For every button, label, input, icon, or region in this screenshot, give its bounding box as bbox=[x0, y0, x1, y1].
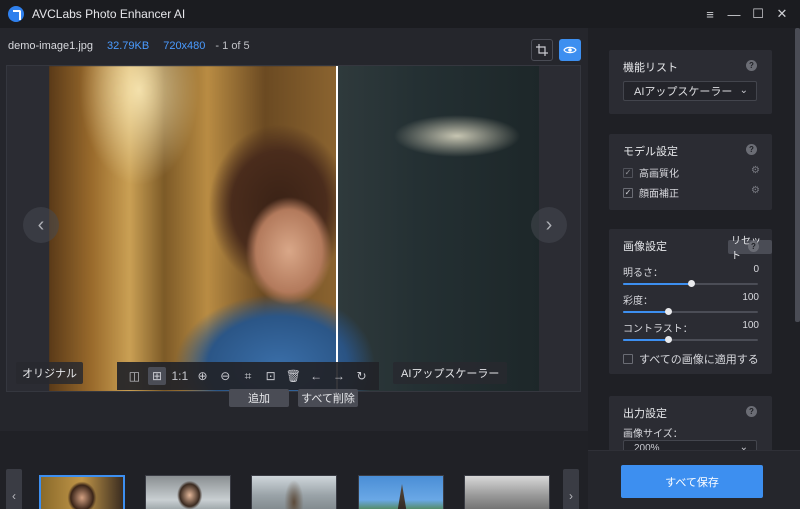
app-title: AVCLabs Photo Enhancer AI bbox=[32, 7, 186, 21]
next-image-button[interactable]: › bbox=[531, 207, 567, 243]
menu-icon[interactable]: ≡ bbox=[698, 7, 722, 22]
window-controls: ≡ — ☐ ✕ bbox=[698, 0, 794, 28]
slider-value: 100 bbox=[742, 320, 759, 331]
preview-toggle-button[interactable] bbox=[559, 39, 581, 61]
grid-view-icon[interactable]: ⊞ bbox=[148, 367, 167, 385]
output-settings-title: 出力設定 bbox=[623, 408, 667, 420]
model-option-high-quality[interactable]: ✓ 高画質化 bbox=[623, 165, 679, 180]
crop-button[interactable] bbox=[531, 39, 553, 61]
file-index: - 1 of 5 bbox=[215, 40, 250, 52]
slider-label: 明るさ： bbox=[623, 268, 663, 279]
slider-knob[interactable] bbox=[664, 336, 672, 343]
rotate-icon[interactable]: ↻ bbox=[353, 367, 371, 385]
model-option-label: 顔面補正 bbox=[639, 189, 679, 200]
model-settings-card: モデル設定 ? ✓ 高画質化 ⚙ ✓ 顔面補正 ⚙ bbox=[609, 134, 772, 210]
thumbnail-4[interactable] bbox=[358, 475, 444, 509]
eye-icon bbox=[563, 46, 577, 54]
slider-track[interactable] bbox=[623, 308, 758, 315]
chevron-down-icon: ⌄ bbox=[739, 85, 748, 96]
delete-all-button[interactable]: すべて削除 bbox=[298, 389, 358, 407]
thumbnail-strip: ‹ › bbox=[0, 431, 588, 509]
thumbnail-5[interactable] bbox=[464, 475, 550, 509]
contrast-slider[interactable]: コントラスト： 100 bbox=[623, 320, 759, 343]
crop-icon bbox=[536, 44, 548, 56]
save-all-button[interactable]: すべて保存 bbox=[621, 465, 763, 498]
split-view-icon[interactable]: ◫ bbox=[125, 367, 143, 385]
slider-fill bbox=[623, 283, 691, 285]
original-label: オリジナル bbox=[16, 362, 83, 384]
slider-track[interactable] bbox=[623, 336, 758, 343]
slider-value: 0 bbox=[753, 264, 759, 275]
saturation-slider[interactable]: 彩度： 100 bbox=[623, 292, 759, 315]
save-icon[interactable]: ⊡ bbox=[262, 367, 280, 385]
slider-fill bbox=[623, 339, 668, 341]
slider-fill bbox=[623, 311, 668, 313]
feature-list-title: 機能リスト bbox=[623, 62, 678, 74]
arrow-right-icon[interactable]: → bbox=[330, 367, 348, 385]
feature-select-value: AIアップスケーラー bbox=[634, 86, 733, 98]
file-info: demo-image1.jpg 32.79KB 720x480 - 1 of 5 bbox=[8, 40, 250, 52]
main-area: demo-image1.jpg 32.79KB 720x480 - 1 of 5… bbox=[0, 28, 588, 509]
feature-select[interactable]: AIアップスケーラー ⌄ bbox=[623, 81, 757, 101]
help-icon[interactable]: ? bbox=[746, 60, 757, 71]
previous-image-button[interactable]: ‹ bbox=[23, 207, 59, 243]
file-size: 32.79KB bbox=[107, 40, 150, 52]
save-area: すべて保存 bbox=[588, 450, 800, 509]
app-logo-icon bbox=[8, 6, 24, 22]
apply-all-label: すべての画像に適用する bbox=[639, 354, 759, 366]
zoom-out-icon[interactable]: ⊖ bbox=[216, 367, 234, 385]
thumbnail-3[interactable] bbox=[251, 475, 337, 509]
help-icon[interactable]: ? bbox=[746, 144, 757, 155]
model-option-label: 高画質化 bbox=[639, 169, 679, 180]
slider-value: 100 bbox=[742, 292, 759, 303]
slider-knob[interactable] bbox=[664, 308, 672, 315]
enhanced-image bbox=[337, 66, 539, 391]
minimize-icon[interactable]: — bbox=[722, 7, 746, 22]
settings-panel: 機能リスト ? AIアップスケーラー ⌄ モデル設定 ? ✓ 高画質化 ⚙ ✓ … bbox=[588, 28, 800, 509]
maximize-icon[interactable]: ☐ bbox=[746, 6, 770, 22]
gear-icon[interactable]: ⚙ bbox=[751, 185, 760, 196]
checkbox[interactable]: ✓ bbox=[623, 187, 633, 198]
add-button[interactable]: 追加 bbox=[229, 389, 289, 407]
viewer-toolbar: ◫ ⊞ 1:1 ⊕ ⊖ ⌗ ⊡ 🗑 ← → ↻ bbox=[117, 362, 379, 390]
apply-all-checkbox[interactable] bbox=[623, 354, 633, 364]
image-settings-card: 画像設定 リセット ? 明るさ： 0 彩度： 100 コントラスト： 100 す… bbox=[609, 229, 772, 374]
ai-upscaler-label: AIアップスケーラー bbox=[393, 362, 508, 384]
slider-label: コントラスト： bbox=[623, 324, 693, 335]
brightness-slider[interactable]: 明るさ： 0 bbox=[623, 264, 759, 287]
image-settings-title: 画像設定 bbox=[623, 241, 667, 253]
crop-tool-icon[interactable]: ⌗ bbox=[239, 367, 257, 385]
slider-label: 彩度： bbox=[623, 296, 653, 307]
file-dimensions: 720x480 bbox=[163, 40, 206, 52]
help-icon[interactable]: ? bbox=[746, 406, 757, 417]
close-icon[interactable]: ✕ bbox=[770, 6, 794, 22]
arrow-left-icon[interactable]: ← bbox=[307, 367, 325, 385]
thumbnail-1[interactable] bbox=[39, 475, 125, 509]
checkbox[interactable]: ✓ bbox=[623, 167, 633, 178]
model-option-face-correction[interactable]: ✓ 顔面補正 bbox=[623, 185, 679, 200]
original-image bbox=[49, 66, 337, 391]
gear-icon[interactable]: ⚙ bbox=[751, 165, 760, 176]
actual-size-button[interactable]: 1:1 bbox=[171, 367, 189, 385]
strip-prev-button[interactable]: ‹ bbox=[6, 469, 22, 509]
zoom-in-icon[interactable]: ⊕ bbox=[194, 367, 212, 385]
model-settings-title: モデル設定 bbox=[623, 146, 678, 158]
title-bar: AVCLabs Photo Enhancer AI ≡ — ☐ ✕ bbox=[0, 0, 800, 28]
image-viewer[interactable]: ‹ › オリジナル AIアップスケーラー ◫ ⊞ 1:1 ⊕ ⊖ ⌗ ⊡ 🗑 ←… bbox=[6, 65, 581, 392]
file-name: demo-image1.jpg bbox=[8, 40, 93, 52]
image-size-label: 画像サイズ： bbox=[623, 429, 683, 440]
panel-scrollbar[interactable] bbox=[795, 28, 800, 322]
comparison-photo bbox=[49, 66, 539, 391]
slider-knob[interactable] bbox=[687, 280, 695, 287]
slider-track[interactable] bbox=[623, 280, 758, 287]
compare-split-handle[interactable] bbox=[336, 66, 338, 391]
trash-icon[interactable]: 🗑 bbox=[284, 367, 302, 385]
thumbnail-2[interactable] bbox=[145, 475, 231, 509]
feature-list-card: 機能リスト ? AIアップスケーラー ⌄ bbox=[609, 50, 772, 114]
apply-all-option[interactable]: すべての画像に適用する bbox=[623, 351, 759, 367]
strip-next-button[interactable]: › bbox=[563, 469, 579, 509]
help-icon[interactable]: ? bbox=[748, 241, 759, 252]
